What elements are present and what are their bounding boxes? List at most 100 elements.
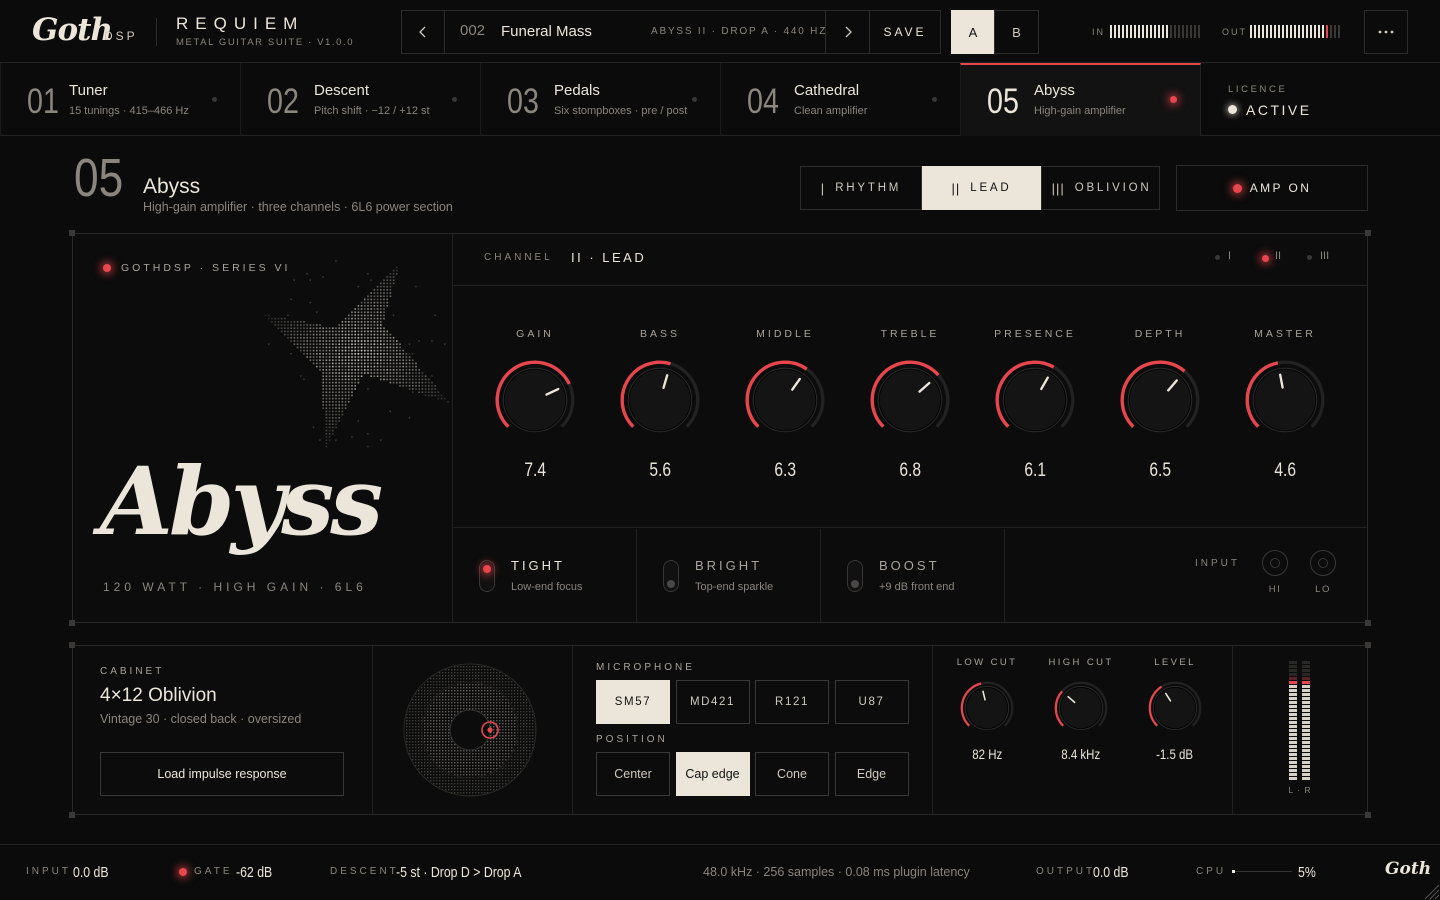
eq-knob-high-cut[interactable]	[1053, 680, 1109, 736]
switch-tight[interactable]: TIGHT Low-end focus	[453, 529, 637, 622]
module-tab-abyss[interactable]: 05 Abyss High-gain amplifier	[960, 63, 1201, 136]
meter-segment	[1270, 25, 1272, 38]
slot-b-button[interactable]: B	[994, 10, 1039, 54]
input-lo-label: LO	[1315, 584, 1331, 595]
mic-option[interactable]: MD421	[675, 680, 750, 724]
meter-segment	[1182, 25, 1184, 38]
input-jacks-label: INPUT	[1195, 558, 1240, 569]
module-status-dot-icon	[932, 97, 937, 102]
resize-grip-icon[interactable]	[1420, 880, 1440, 900]
toggle-switch[interactable]	[663, 560, 679, 592]
position-option[interactable]: Edge	[834, 752, 909, 796]
meter-segment	[1289, 721, 1297, 724]
position-option[interactable]: Center	[596, 752, 670, 796]
preset-name[interactable]: Funeral Mass	[501, 23, 592, 40]
eq-knob-level[interactable]	[1147, 680, 1203, 736]
position-label: POSITION	[596, 734, 668, 745]
meter-segment	[1114, 25, 1116, 38]
position-option[interactable]: Cone	[755, 752, 829, 796]
meter-segment	[1289, 761, 1297, 764]
speaker-cone-icon[interactable]	[400, 660, 540, 800]
meter-segment	[1122, 25, 1124, 38]
knob-label: PRESENCE	[994, 328, 1076, 340]
preset-prev-button[interactable]	[401, 10, 445, 54]
module-tab-name: Tuner	[69, 82, 108, 99]
meter-segment	[1302, 705, 1310, 708]
module-tab-pedals[interactable]: 03 Pedals Six stompboxes · pre / post	[480, 63, 721, 136]
preset-meta: ABYSS II · DROP A · 440 HZ	[651, 26, 828, 37]
meter-segment	[1194, 25, 1196, 38]
amp-star-emblem	[264, 260, 449, 448]
save-button[interactable]: SAVE	[869, 10, 941, 54]
product-name: REQUIEM	[176, 14, 305, 33]
meter-segment	[1302, 777, 1310, 780]
position-option[interactable]: Cap edge	[675, 752, 750, 796]
module-tab-tuner[interactable]: 01 Tuner 15 tunings · 415–466 Hz	[0, 63, 241, 136]
meter-segment	[1290, 25, 1292, 38]
knob-middle[interactable]	[743, 358, 827, 442]
module-tab-description: Six stompboxes · pre / post	[554, 105, 688, 117]
mic-option[interactable]: U87	[834, 680, 909, 724]
status-cpu-label: CPU	[1196, 866, 1227, 877]
mic-option[interactable]: SM57	[596, 680, 670, 724]
meter-segment	[1158, 25, 1160, 38]
switch-bright[interactable]: BRIGHT Top-end sparkle	[637, 529, 821, 622]
channel-button-rhythm[interactable]: | RHYTHM	[801, 166, 921, 210]
meter-segment	[1250, 25, 1252, 38]
knob-bass[interactable]	[618, 358, 702, 442]
module-tabs: 01 Tuner 15 tunings · 415–466 Hz 02 Descent P…	[0, 63, 1440, 136]
licence-status: ACTIVE	[1246, 102, 1312, 118]
meter-segment	[1289, 765, 1297, 768]
knob-value: 6.5	[1118, 459, 1202, 482]
meter-segment	[1334, 25, 1336, 38]
channel-button-lead[interactable]: || LEAD	[921, 166, 1041, 210]
input-jack-hi[interactable]	[1262, 550, 1288, 576]
knob-gain[interactable]	[493, 358, 577, 442]
channel-button-label: OBLIVION	[1074, 182, 1152, 194]
meter-segment	[1126, 25, 1128, 38]
meter-segment	[1302, 729, 1310, 732]
meter-segment	[1302, 753, 1310, 756]
module-tab-description: Pitch shift · −12 / +12 st	[314, 105, 430, 117]
knob-label: TREBLE	[880, 328, 940, 340]
knob-dial-icon	[745, 360, 825, 433]
panel-corner	[69, 642, 75, 648]
module-status-dot-icon	[452, 97, 457, 102]
channel-button-oblivion[interactable]: ||| OBLIVION	[1041, 166, 1161, 210]
knob-presence[interactable]	[993, 358, 1077, 442]
eq-knob-label: HIGH CUT	[1048, 657, 1114, 668]
amp-description: High-gain amplifier · three channels · 6…	[143, 200, 453, 214]
amp-power-button[interactable]: AMP ON	[1176, 165, 1368, 211]
microphone-label: MICROPHONE	[596, 662, 695, 673]
meter-segment	[1302, 709, 1310, 712]
knob-master[interactable]	[1243, 358, 1327, 442]
load-impulse-button[interactable]: Load impulse response	[100, 752, 344, 796]
channel-indicators: I II III	[1200, 248, 1350, 268]
meter-segment	[1289, 725, 1297, 728]
switch-row: TIGHT Low-end focus BRIGHT Top-end sparkle B…	[453, 529, 1367, 622]
module-tab-cathedral[interactable]: 04 Cathedral Clean amplifier	[720, 63, 961, 136]
knob-value-text: 6.5	[1149, 460, 1171, 481]
toggle-switch[interactable]	[479, 560, 495, 592]
meter-segment	[1302, 685, 1310, 688]
eq-knob-value-text: -1.5 dB	[1156, 746, 1194, 762]
eq-knob-low-cut[interactable]	[959, 680, 1015, 736]
microphone-options: SM57 MD421 R121 U87	[596, 680, 910, 724]
preset-next-button[interactable]	[825, 10, 870, 54]
more-menu-button[interactable]	[1364, 10, 1408, 54]
meter-segment	[1142, 25, 1144, 38]
mic-option[interactable]: R121	[755, 680, 829, 724]
switch-boost[interactable]: BOOST +9 dB front end	[821, 529, 1005, 622]
knob-treble[interactable]	[868, 358, 952, 442]
toggle-switch[interactable]	[847, 560, 863, 592]
slot-a-button[interactable]: A	[951, 10, 995, 54]
knob-label: MIDDLE	[756, 328, 814, 340]
output-meter	[1250, 25, 1342, 38]
input-meter	[1110, 25, 1202, 38]
panel-corner	[69, 812, 75, 818]
knob-depth[interactable]	[1118, 358, 1202, 442]
module-tab-descent[interactable]: 02 Descent Pitch shift · −12 / +12 st	[240, 63, 481, 136]
toggle-led-icon	[483, 565, 491, 573]
meter-segment	[1289, 661, 1297, 664]
input-jack-lo[interactable]	[1310, 550, 1336, 576]
